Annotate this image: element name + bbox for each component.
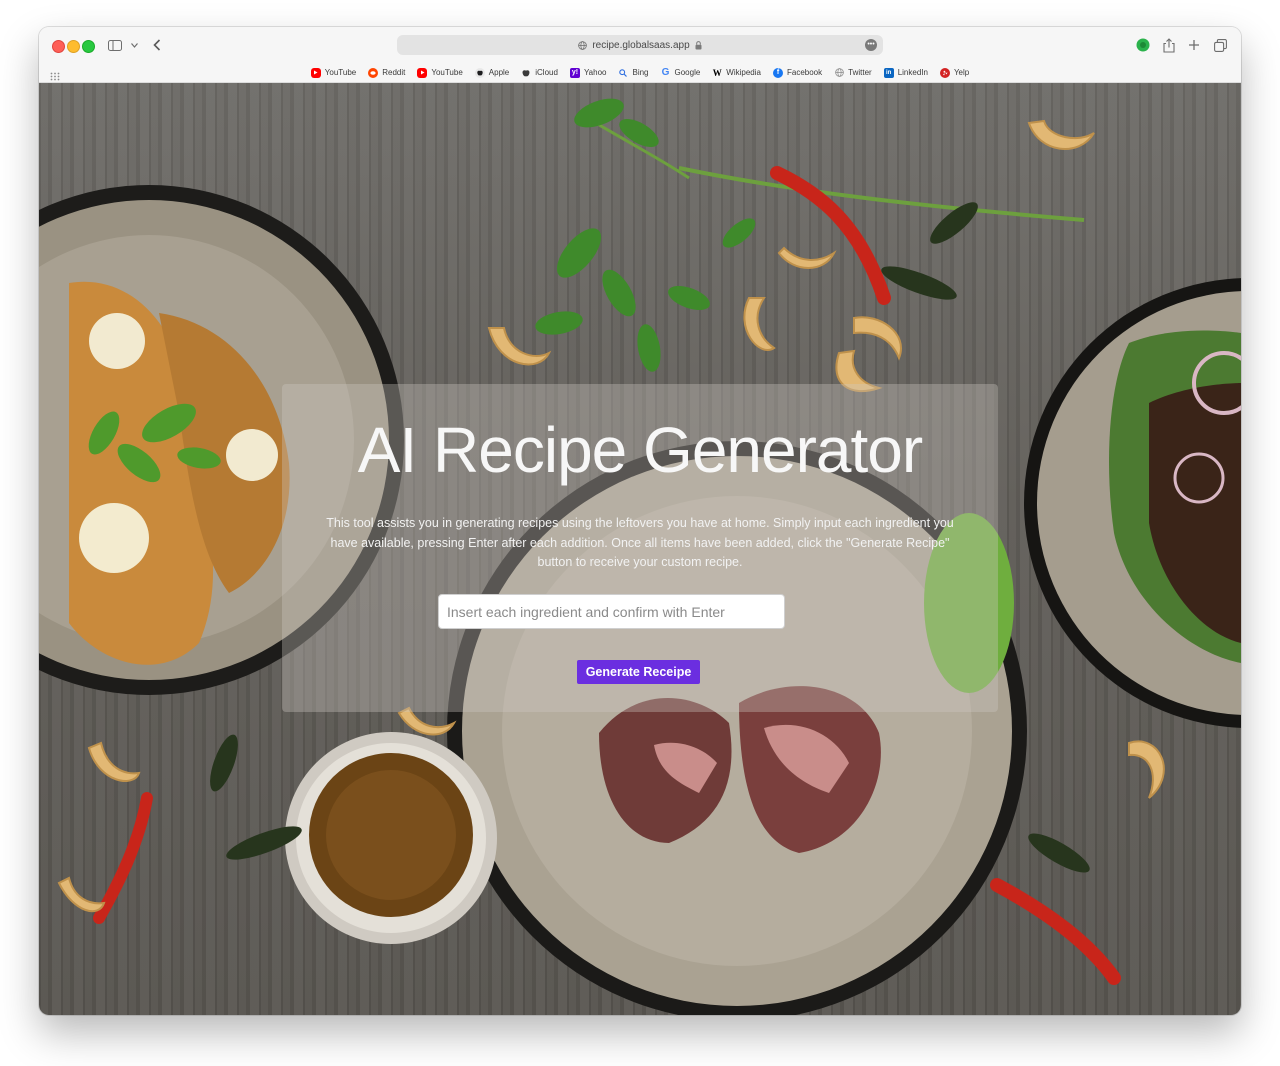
back-arrow-icon[interactable]	[151, 36, 163, 54]
ingredient-input[interactable]	[438, 594, 785, 629]
favorite-facebook[interactable]: f Facebook	[772, 67, 823, 78]
favorite-yelp[interactable]: Yelp	[939, 67, 970, 78]
hero-card: AI Recipe Generator This tool assists yo…	[282, 384, 998, 712]
globe-icon	[578, 40, 588, 50]
favorite-label: Apple	[488, 68, 510, 77]
extension-icon[interactable]	[1136, 36, 1150, 54]
youtube-icon	[417, 67, 428, 78]
google-icon: G	[661, 67, 670, 78]
right-plate-image	[1024, 278, 1241, 728]
reddit-icon	[368, 67, 379, 78]
favorite-twitter[interactable]: Twitter	[834, 68, 872, 78]
browser-window: recipe.globalsaas.app ••• YouTube Reddit…	[39, 27, 1241, 1015]
apple-icon	[474, 67, 485, 78]
hero-description: This tool assists you in generating reci…	[326, 516, 954, 569]
favorite-linkedin[interactable]: in LinkedIn	[883, 67, 928, 78]
favorites-list: YouTube Reddit YouTube Apple iCloud y! Y…	[39, 63, 1241, 82]
favorite-youtube[interactable]: YouTube	[417, 67, 463, 78]
favorite-reddit[interactable]: Reddit	[368, 67, 406, 78]
favorite-label: iCloud	[535, 68, 558, 77]
apple-icon	[521, 68, 531, 78]
favorite-apple[interactable]: Apple	[474, 67, 510, 78]
favorite-label: Facebook	[786, 68, 823, 77]
favorite-wikipedia[interactable]: W Wikipedia	[712, 68, 761, 78]
favorite-yahoo[interactable]: y! Yahoo	[569, 67, 607, 78]
lock-icon	[695, 40, 702, 50]
minimize-window-button[interactable]	[67, 40, 80, 53]
favorite-label: Google	[674, 68, 701, 77]
favorite-label: Yelp	[953, 68, 970, 77]
favorite-label: Twitter	[848, 68, 872, 77]
facebook-icon: f	[772, 67, 783, 78]
search-icon	[618, 68, 628, 78]
favorite-label: Reddit	[382, 68, 406, 77]
close-window-button[interactable]	[52, 40, 65, 53]
favorite-google[interactable]: G Google	[661, 67, 701, 78]
favorite-label: YouTube	[324, 68, 357, 77]
tab-overview-icon[interactable]	[1213, 36, 1227, 54]
plus-icon[interactable]	[1187, 36, 1201, 54]
page-content: AI Recipe Generator This tool assists yo…	[39, 83, 1241, 1015]
globe-icon	[834, 68, 844, 78]
address-bar[interactable]: recipe.globalsaas.app •••	[397, 35, 883, 55]
yahoo-icon: y!	[569, 67, 580, 78]
wikipedia-icon: W	[712, 67, 722, 78]
linkedin-icon: in	[883, 67, 894, 78]
yelp-icon	[939, 67, 950, 78]
url-text: recipe.globalsaas.app	[592, 39, 690, 51]
youtube-icon	[310, 67, 321, 78]
generate-recipe-button[interactable]: Generate Receipe	[577, 660, 700, 684]
zoom-window-button[interactable]	[82, 40, 95, 53]
chevron-down-icon[interactable]	[129, 36, 139, 54]
sidebar-toggle-icon[interactable]	[107, 36, 123, 54]
favorite-bing[interactable]: Bing	[618, 68, 649, 78]
favorite-youtube[interactable]: YouTube	[310, 67, 357, 78]
favorite-label: YouTube	[431, 68, 463, 77]
browser-toolbar: recipe.globalsaas.app •••	[39, 27, 1241, 63]
favorite-icloud[interactable]: iCloud	[521, 68, 558, 78]
favorite-label: Yahoo	[583, 68, 607, 77]
favorites-bar: YouTube Reddit YouTube Apple iCloud y! Y…	[39, 63, 1241, 83]
favorite-label: Wikipedia	[726, 68, 761, 77]
favorite-label: LinkedIn	[897, 68, 928, 77]
favorite-label: Bing	[632, 68, 649, 77]
share-icon[interactable]	[1162, 36, 1176, 54]
page-title: AI Recipe Generator	[357, 414, 923, 486]
page-menu-icon[interactable]: •••	[865, 39, 877, 51]
sauce-bowl-image	[285, 732, 497, 944]
